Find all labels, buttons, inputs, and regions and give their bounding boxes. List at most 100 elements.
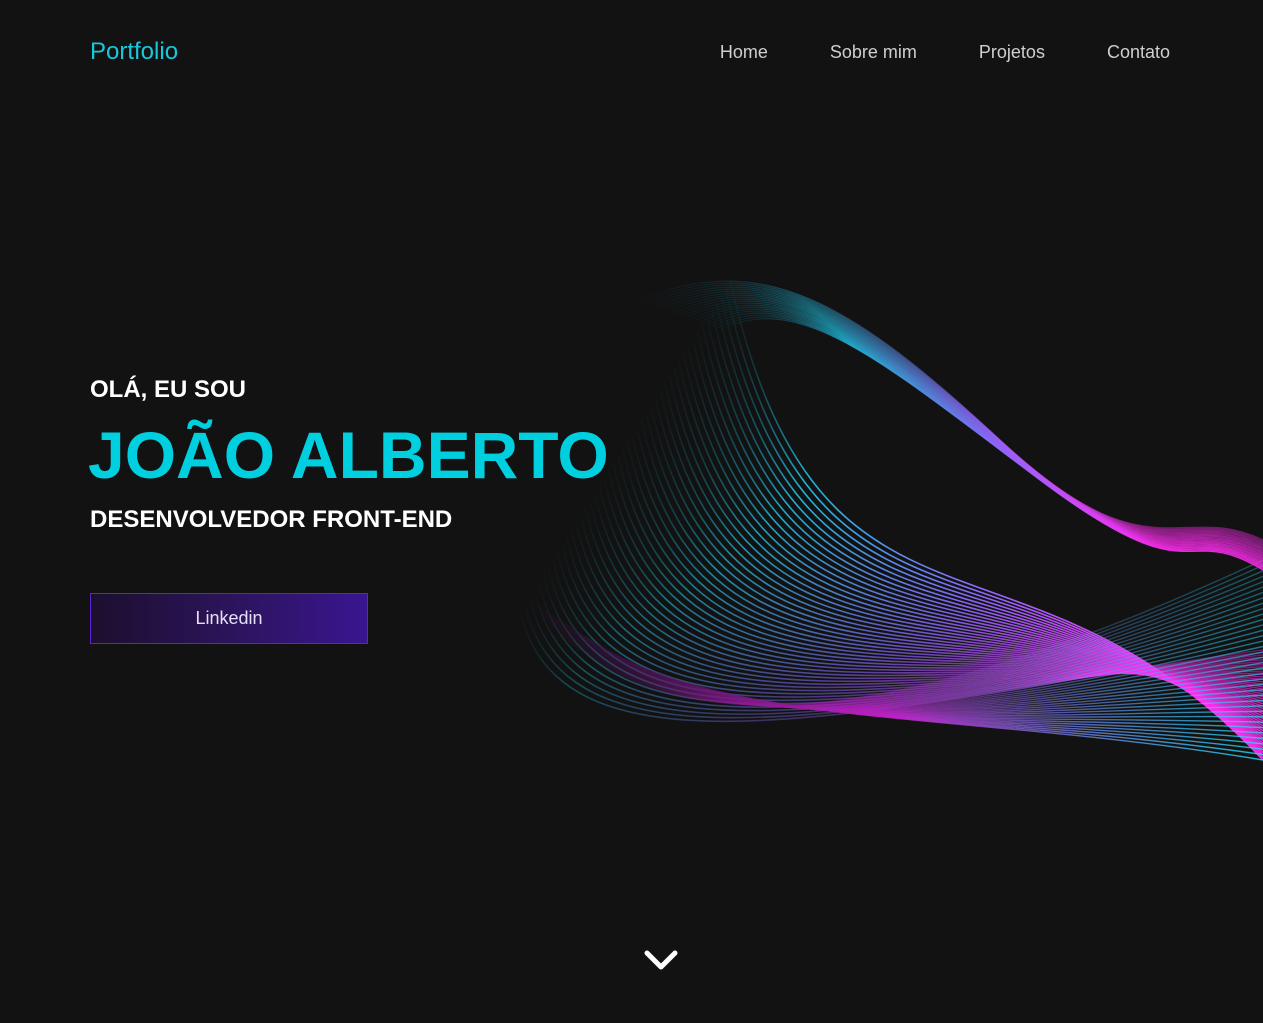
scroll-down-button[interactable] xyxy=(641,947,681,977)
wave-line xyxy=(589,639,1263,761)
wave-line xyxy=(603,477,1263,695)
wave-line xyxy=(660,290,1263,549)
wave-line xyxy=(626,441,1263,707)
wave-line xyxy=(696,331,1263,744)
wave-line xyxy=(560,620,1263,711)
wave-line xyxy=(548,612,1263,709)
brand-logo[interactable]: Portfolio xyxy=(90,38,178,66)
wave-line xyxy=(719,318,1263,571)
wave-line xyxy=(561,543,1263,692)
wave-line xyxy=(547,565,1263,702)
hero-section: OLÁ, EU SOU JOÃO ALBERTO DESENVOLVEDOR F… xyxy=(88,375,650,644)
wave-line xyxy=(575,521,1263,683)
wave-line xyxy=(702,310,1263,565)
wave-line xyxy=(570,529,1263,686)
wave-line xyxy=(707,312,1263,566)
wave-line xyxy=(645,411,1263,717)
wave-line xyxy=(719,294,1263,756)
wave-line xyxy=(648,284,1263,544)
wave-line xyxy=(552,614,1263,709)
wave-line xyxy=(694,306,1263,562)
wave-line xyxy=(639,280,1263,541)
wave-line xyxy=(690,304,1263,560)
wave-line xyxy=(677,360,1263,734)
wave-line xyxy=(729,279,1263,761)
wave-line xyxy=(565,623,1263,712)
wave-line xyxy=(551,558,1263,698)
wave-line xyxy=(635,426,1263,712)
wave-line xyxy=(544,607,1263,708)
wave-line xyxy=(681,300,1263,557)
hero-role: DESENVOLVEDOR FRONT-END xyxy=(90,506,453,533)
wave-line xyxy=(571,627,1263,715)
wave-line xyxy=(587,638,1263,756)
wave-line xyxy=(542,573,1263,705)
wave-line xyxy=(573,628,1263,716)
wave-line xyxy=(586,637,1263,750)
wave-line xyxy=(583,635,1263,740)
wave-line xyxy=(570,626,1263,714)
nav-home[interactable]: Home xyxy=(720,42,768,63)
wave-line xyxy=(607,470,1263,698)
wave-line xyxy=(705,316,1263,749)
wave-line xyxy=(715,316,1263,569)
hero-name: JOÃO ALBERTO xyxy=(88,418,609,492)
chevron-down-icon xyxy=(644,949,678,976)
nav-projetos[interactable]: Projetos xyxy=(979,42,1045,63)
wave-line xyxy=(568,625,1263,713)
wave-line xyxy=(561,621,1263,711)
wave-line xyxy=(612,463,1263,700)
wave-line xyxy=(656,288,1263,547)
wave-line xyxy=(576,630,1263,718)
wave-line xyxy=(669,294,1263,552)
wave-line xyxy=(701,323,1263,746)
wave-line xyxy=(550,613,1263,709)
main-nav: Home Sobre mim Projetos Contato xyxy=(720,42,1170,63)
wave-line xyxy=(553,615,1263,710)
wave-line xyxy=(663,382,1263,727)
wave-line xyxy=(673,367,1263,732)
wave-line xyxy=(598,485,1263,693)
wave-line xyxy=(584,507,1263,686)
wave-line xyxy=(621,448,1263,705)
page: Portfolio Home Sobre mim Projetos Contat… xyxy=(0,0,1263,1023)
wave-line xyxy=(545,610,1263,708)
nav-contato[interactable]: Contato xyxy=(1107,42,1170,63)
wave-line xyxy=(631,433,1263,710)
wave-line xyxy=(668,375,1263,729)
wave-line xyxy=(691,338,1263,742)
wave-line xyxy=(724,287,1263,759)
wave-line xyxy=(710,309,1263,751)
wave-line xyxy=(682,353,1263,737)
wave-line xyxy=(715,301,1263,754)
linkedin-button[interactable]: Linkedin xyxy=(90,593,368,644)
wave-line xyxy=(557,617,1263,710)
wave-line xyxy=(566,624,1263,713)
wave-line xyxy=(542,602,1263,708)
hero-greeting: OLÁ, EU SOU xyxy=(90,376,247,403)
wave-line xyxy=(579,514,1263,683)
wave-line xyxy=(579,632,1263,729)
wave-line xyxy=(547,611,1263,708)
wave-line xyxy=(555,616,1263,710)
wave-line xyxy=(652,286,1263,546)
wave-line xyxy=(556,551,1263,695)
wave-line xyxy=(558,618,1263,710)
wave-line xyxy=(617,455,1263,703)
wave-line xyxy=(665,292,1263,551)
wave-line xyxy=(673,296,1263,554)
nav-sobre-mim[interactable]: Sobre mim xyxy=(830,42,917,63)
wave-line xyxy=(565,536,1263,689)
wave-line xyxy=(589,499,1263,688)
wave-line xyxy=(649,404,1263,720)
wave-line xyxy=(643,282,1263,543)
wave-line xyxy=(574,629,1263,717)
wave-line xyxy=(687,345,1263,739)
site-header: Portfolio Home Sobre mim Projetos Contat… xyxy=(90,30,1170,74)
wave-line xyxy=(584,636,1263,745)
wave-line xyxy=(654,397,1263,722)
wave-line xyxy=(659,389,1263,725)
wave-line xyxy=(563,622,1263,712)
wave-line xyxy=(711,314,1263,568)
wave-line xyxy=(581,634,1263,734)
